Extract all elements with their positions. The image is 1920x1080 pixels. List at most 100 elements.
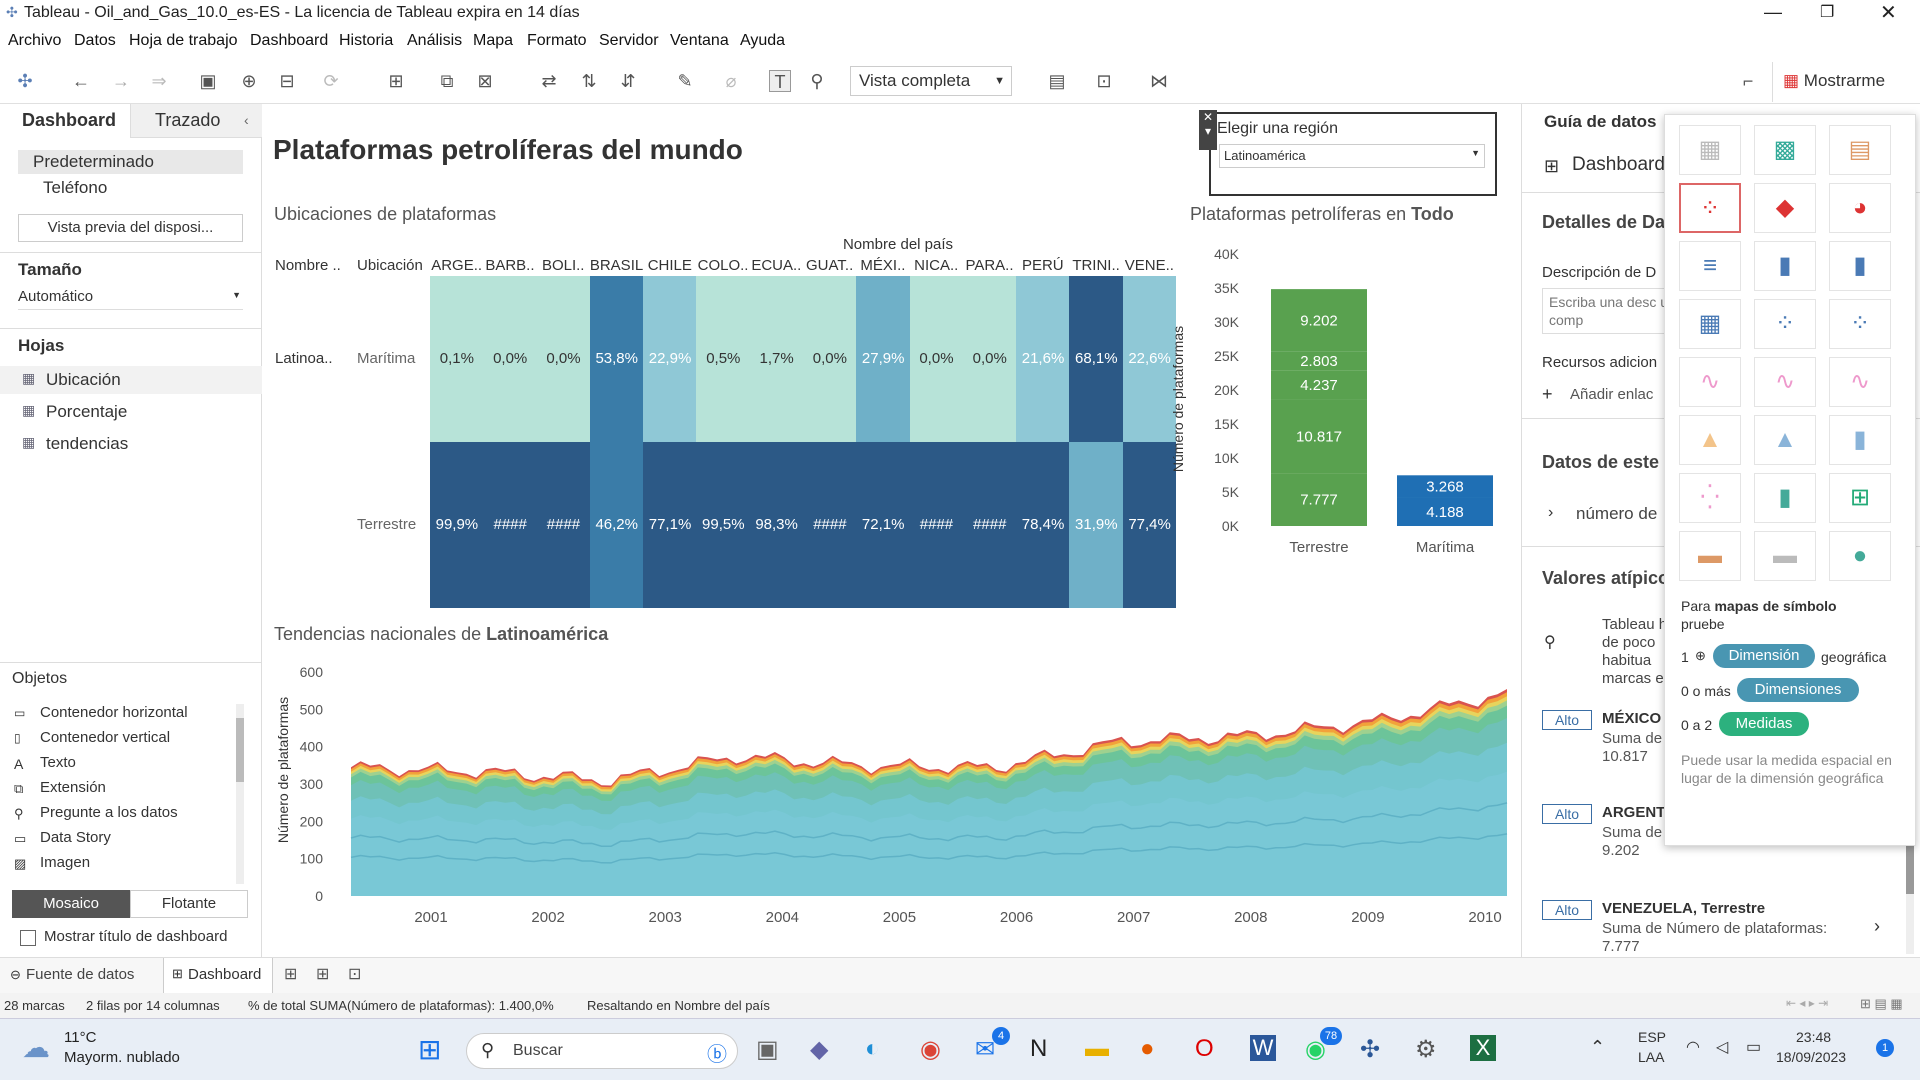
country-header[interactable]: COLO.. <box>696 257 749 274</box>
gantt-icon[interactable]: ▬ <box>1679 531 1741 581</box>
heatmap-cell[interactable]: #### <box>803 442 857 608</box>
notification-badge[interactable]: 1 <box>1876 1039 1894 1057</box>
opera-icon[interactable]: O <box>1195 1035 1214 1063</box>
wifi-icon[interactable]: ◠ <box>1686 1037 1700 1057</box>
chrome-icon[interactable]: ◉ <box>920 1035 941 1064</box>
cards-icon[interactable]: ▤ <box>1046 70 1068 92</box>
duplicate-icon[interactable]: ⧉ <box>436 70 458 92</box>
heatmap-cell[interactable]: 77,1% <box>643 442 697 608</box>
tiled-button[interactable]: Mosaico <box>12 890 130 918</box>
discrete-lines-icon[interactable]: ∿ <box>1754 357 1816 407</box>
country-header[interactable]: TRINI.. <box>1069 257 1122 274</box>
new-dashboard-icon[interactable]: ⊞ <box>316 964 329 984</box>
menu-historia[interactable]: Historia <box>339 32 393 50</box>
country-header[interactable]: PARA.. <box>963 257 1016 274</box>
stacked-bars-icon[interactable]: ▮ <box>1754 241 1816 291</box>
new-datasource-icon[interactable]: ⊕ <box>238 70 260 92</box>
tab-trazado[interactable]: Trazado <box>130 104 262 138</box>
country-header[interactable]: PERÚ <box>1016 257 1069 274</box>
add-link[interactable]: Añadir enlac <box>1570 386 1653 403</box>
heatmap-cell[interactable]: 21,6% <box>1016 276 1070 442</box>
country-header[interactable]: CHILE <box>643 257 696 274</box>
clear-icon[interactable]: ⊠ <box>474 70 496 92</box>
menu-servidor[interactable]: Servidor <box>599 32 659 50</box>
heatmap-cell[interactable]: 1,7% <box>749 276 804 442</box>
heatmap-cell[interactable]: 68,1% <box>1069 276 1124 442</box>
format-brush-icon[interactable]: ⌐ <box>1737 70 1759 92</box>
country-header[interactable]: VENE.. <box>1123 257 1176 274</box>
highlight-icon[interactable]: ✎ <box>674 70 696 92</box>
heatmap-cell[interactable]: 0,1% <box>430 276 484 442</box>
nav-arrows-icon[interactable]: ⇤ ◂ ▸ ⇥ <box>1786 996 1828 1010</box>
dual-combination-icon[interactable]: ▮ <box>1829 415 1891 465</box>
sheet-porcentaje[interactable]: Porcentaje <box>46 402 127 422</box>
menu-dashboard[interactable]: Dashboard <box>250 32 328 50</box>
heatmap-cell[interactable]: #### <box>962 442 1017 608</box>
object-horizontal-container[interactable]: Contenedor horizontal <box>40 704 188 721</box>
menu-hoja-de-trabajo[interactable]: Hoja de trabajo <box>129 32 238 50</box>
region-select[interactable]: Latinoamérica ▼ <box>1219 144 1485 168</box>
menu-mapa[interactable]: Mapa <box>473 32 513 50</box>
pin-icon[interactable]: ⚲ <box>806 70 828 92</box>
teams-icon[interactable]: ◆ <box>810 1035 828 1064</box>
data-item[interactable]: número de <box>1576 504 1657 524</box>
menu-ventana[interactable]: Ventana <box>670 32 729 50</box>
pie-chart-icon[interactable]: ◕ <box>1829 183 1891 233</box>
country-header[interactable]: GUAT.. <box>803 257 856 274</box>
filled-map-icon[interactable]: ◆ <box>1754 183 1816 233</box>
side-by-side-bars-icon[interactable]: ▮ <box>1829 241 1891 291</box>
chevron-right-icon[interactable]: › <box>1548 504 1553 522</box>
size-select[interactable]: Automático ▼ <box>18 288 243 310</box>
pause-updates-icon[interactable]: ⊟ <box>276 70 298 92</box>
country-header[interactable]: BARB.. <box>483 257 536 274</box>
menu-analisis[interactable]: Análisis <box>407 32 462 50</box>
refresh-icon[interactable]: ⟳ <box>320 70 342 92</box>
country-header[interactable]: NICA.. <box>910 257 963 274</box>
symbol-map-icon[interactable]: ⁘ <box>1679 183 1741 233</box>
continuous-area-icon[interactable]: ▲ <box>1679 415 1741 465</box>
heatmap-cell[interactable]: #### <box>483 442 538 608</box>
presentation-icon[interactable]: ⊡ <box>1093 70 1115 92</box>
show-labels-icon[interactable]: T <box>769 70 791 92</box>
firefox-icon[interactable]: ● <box>1140 1035 1155 1063</box>
heatmap-cell[interactable]: 53,8% <box>589 276 644 442</box>
object-text[interactable]: Texto <box>40 754 76 771</box>
restore-icon[interactable]: ❐ <box>1820 2 1834 22</box>
heatmap-cell[interactable]: 0,0% <box>909 276 964 442</box>
clock-time[interactable]: 23:48 <box>1796 1029 1831 1045</box>
menu-formato[interactable]: Formato <box>527 32 587 50</box>
highlight-table-icon[interactable]: ▤ <box>1829 125 1891 175</box>
device-default[interactable]: Predeterminado <box>18 150 243 174</box>
heatmap-cell[interactable]: 99,5% <box>696 442 751 608</box>
menu-archivo[interactable]: Archivo <box>8 32 61 50</box>
heat-map-icon[interactable]: ▩ <box>1754 125 1816 175</box>
object-data-story[interactable]: Data Story <box>40 829 111 846</box>
file-explorer-icon[interactable]: ▬ <box>1085 1035 1109 1063</box>
minimize-icon[interactable]: — <box>1764 2 1782 23</box>
heatmap-cell[interactable]: 22,6% <box>1122 276 1177 442</box>
show-title-checkbox[interactable] <box>20 930 36 946</box>
share-icon[interactable]: ⋈ <box>1148 70 1170 92</box>
heatmap-cell[interactable]: 0,0% <box>536 276 591 442</box>
text-table-icon[interactable]: ▦ <box>1679 125 1741 175</box>
object-extension[interactable]: Extensión <box>40 779 106 796</box>
outlier-name[interactable]: MÉXICO <box>1602 710 1661 727</box>
packed-bubbles-icon[interactable]: ● <box>1829 531 1891 581</box>
heatmap-cell[interactable]: #### <box>909 442 964 608</box>
country-header[interactable]: MÉXI.. <box>856 257 909 274</box>
circle-views-icon[interactable]: ⁘ <box>1754 299 1816 349</box>
outlier-name[interactable]: VENEZUELA, Terrestre <box>1602 900 1765 917</box>
continuous-lines-icon[interactable]: ∿ <box>1679 357 1741 407</box>
device-phone[interactable]: Teléfono <box>43 178 107 198</box>
histogram-icon[interactable]: ▮ <box>1754 473 1816 523</box>
edge-icon[interactable]: ◐ <box>865 1035 880 1063</box>
new-story-icon[interactable]: ⊡ <box>348 964 361 984</box>
discrete-area-icon[interactable]: ▲ <box>1754 415 1816 465</box>
heatmap-cell[interactable]: 27,9% <box>856 276 911 442</box>
bullet-graph-icon[interactable]: ▬ <box>1754 531 1816 581</box>
box-whisker-icon[interactable]: ⊞ <box>1829 473 1891 523</box>
show-me-button[interactable]: ▦ Mostrarme <box>1772 62 1920 102</box>
tab-dashboard[interactable]: Dashboard <box>0 104 130 138</box>
menu-ayuda[interactable]: Ayuda <box>740 32 785 50</box>
heatmap-cell[interactable]: 78,4% <box>1016 442 1070 608</box>
